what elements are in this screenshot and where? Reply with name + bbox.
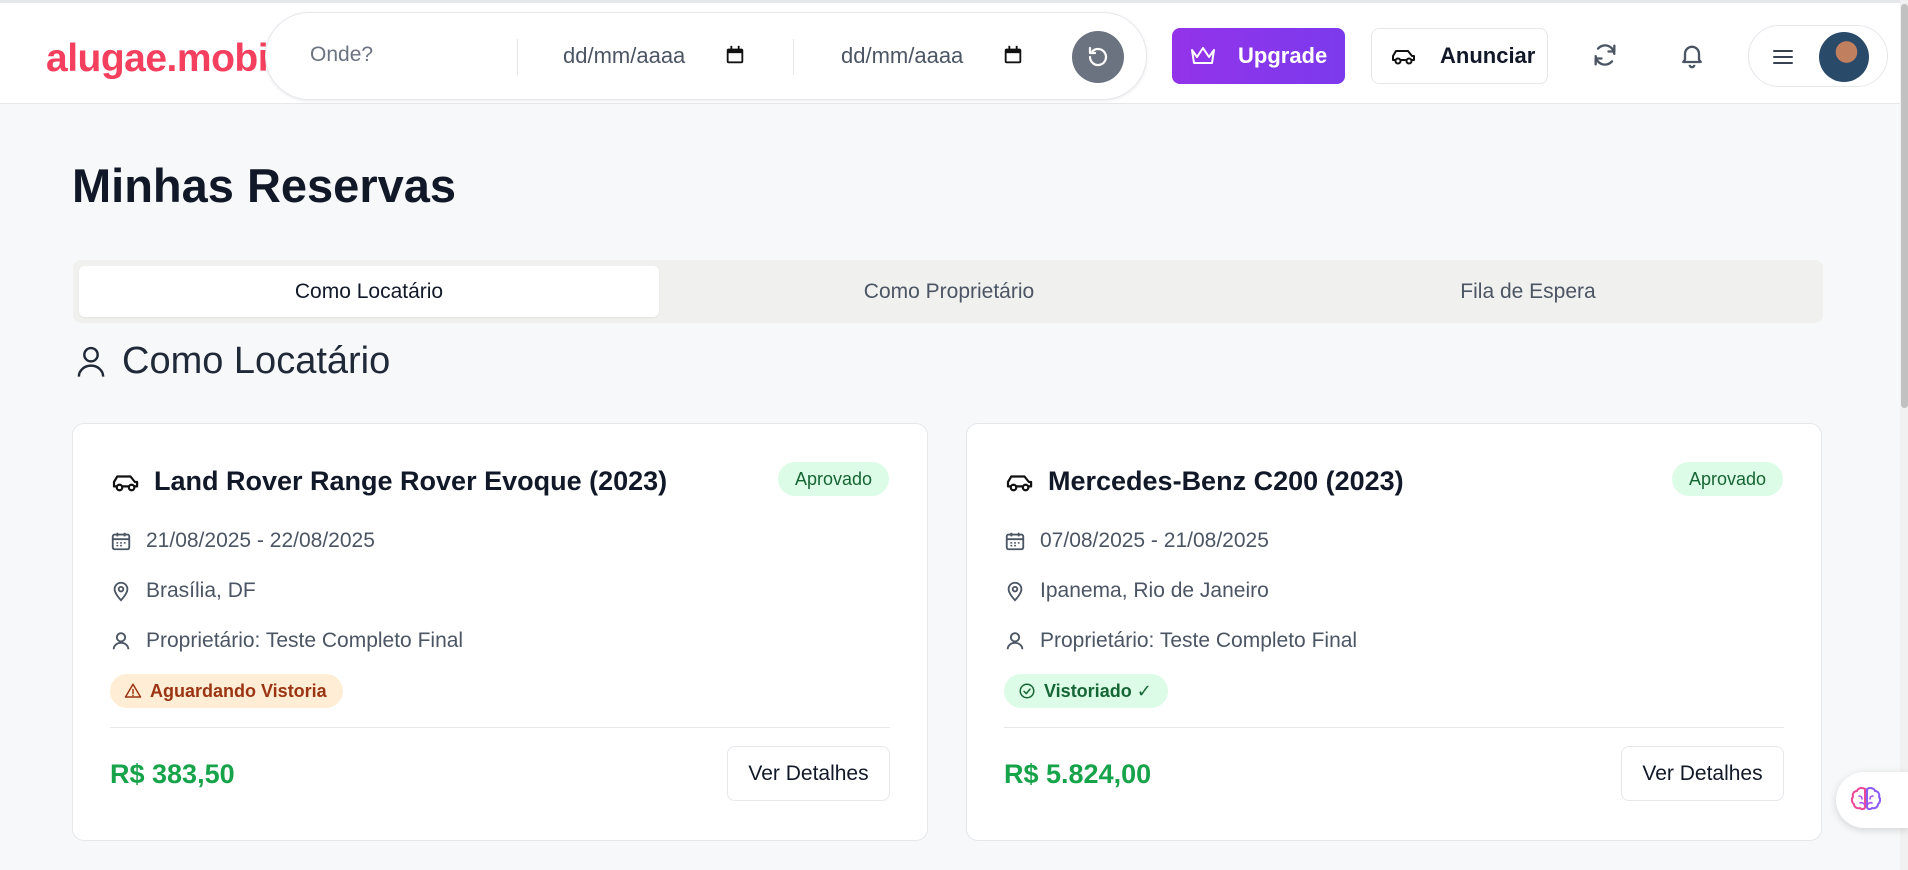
reset-icon: [1088, 46, 1108, 67]
tab-fila-de-espera[interactable]: Fila de Espera: [1238, 266, 1818, 317]
refresh-icon[interactable]: [1591, 41, 1619, 69]
user-menu-button[interactable]: [1748, 25, 1888, 87]
user-icon: [112, 632, 130, 650]
tab-como-locatario[interactable]: Como Locatário: [79, 266, 659, 317]
brain-icon: [1850, 786, 1882, 811]
user-icon: [1006, 632, 1024, 650]
inspection-text: Aguardando Vistoria: [150, 680, 327, 701]
reservation-dates: 21/08/2025 - 22/08/2025: [110, 529, 375, 553]
reservation-location: Brasília, DF: [110, 579, 256, 603]
reservation-card: Mercedes-Benz C200 (2023) Aprovado 07/08…: [966, 423, 1822, 841]
section-heading: Como Locatário: [76, 340, 390, 383]
dates-text: 07/08/2025 - 21/08/2025: [1040, 529, 1269, 552]
page-title: Minhas Reservas: [72, 159, 457, 212]
calendar-icon[interactable]: [724, 44, 746, 66]
reservation-owner: Proprietário: Teste Completo Final: [1004, 629, 1357, 653]
dates-text: 21/08/2025 - 22/08/2025: [146, 529, 375, 552]
calendar-icon[interactable]: [1002, 44, 1024, 66]
start-date-input[interactable]: dd/mm/aaaa: [563, 43, 685, 69]
announce-label: Anunciar: [1440, 43, 1536, 68]
search-bar: Onde? dd/mm/aaaa dd/mm/aaaa: [265, 12, 1147, 100]
owner-text: Proprietário: Teste Completo Final: [146, 629, 464, 652]
top-navigation-bar: alugae.mobi Onde? dd/mm/aaaa dd/mm/aaaa …: [0, 0, 1908, 104]
inspection-badge: Vistoriado ✓: [1004, 674, 1168, 708]
calendar-icon: [1005, 532, 1025, 551]
car-icon: [1006, 474, 1033, 491]
inspection-text: Vistoriado ✓: [1044, 680, 1152, 701]
view-details-button[interactable]: Ver Detalhes: [1621, 746, 1784, 801]
reservation-dates: 07/08/2025 - 21/08/2025: [1004, 529, 1269, 553]
card-divider: [110, 727, 890, 728]
map-pin-icon: [113, 581, 129, 602]
warning-icon: [124, 683, 142, 698]
reservation-location: Ipanema, Rio de Janeiro: [1004, 579, 1269, 603]
user-icon: [77, 346, 105, 377]
check-circle-icon: [1019, 683, 1035, 699]
reset-search-button[interactable]: [1072, 31, 1124, 83]
vehicle-title: Mercedes-Benz C200 (2023): [1004, 466, 1404, 497]
map-pin-icon: [1007, 581, 1023, 602]
vehicle-name: Land Rover Range Rover Evoque (2023): [154, 466, 668, 496]
status-badge: Aprovado: [777, 462, 889, 496]
location-text: Brasília, DF: [146, 579, 256, 602]
calendar-icon: [111, 532, 131, 551]
upgrade-label: Upgrade: [1238, 43, 1328, 68]
tab-como-proprietario[interactable]: Como Proprietário: [659, 266, 1239, 317]
price: R$ 5.824,00: [1004, 759, 1152, 789]
car-icon: [112, 474, 139, 491]
bell-icon[interactable]: [1678, 41, 1706, 69]
ai-assistant-button[interactable]: [1836, 772, 1908, 828]
hamburger-menu-icon: [1773, 50, 1793, 64]
reservation-owner: Proprietário: Teste Completo Final: [110, 629, 463, 653]
section-title: Como Locatário: [122, 340, 391, 382]
end-date-input[interactable]: dd/mm/aaaa: [841, 43, 963, 69]
crown-icon: [1191, 47, 1215, 64]
card-divider: [1004, 727, 1784, 728]
avatar: [1819, 32, 1869, 82]
view-details-button[interactable]: Ver Detalhes: [727, 746, 890, 801]
vehicle-title: Land Rover Range Rover Evoque (2023): [110, 466, 667, 497]
inspection-badge: Aguardando Vistoria: [110, 674, 343, 708]
reservation-card: Land Rover Range Rover Evoque (2023) Apr…: [72, 423, 928, 841]
brand-logo[interactable]: alugae.mobi: [46, 37, 269, 81]
car-icon: [1392, 50, 1415, 65]
owner-text: Proprietário: Teste Completo Final: [1040, 629, 1358, 652]
page-scrollbar-thumb[interactable]: [1901, 4, 1908, 408]
status-badge: Aprovado: [1671, 462, 1783, 496]
vehicle-name: Mercedes-Benz C200 (2023): [1048, 466, 1404, 496]
price: R$ 383,50: [110, 759, 235, 789]
location-text: Ipanema, Rio de Janeiro: [1040, 579, 1269, 602]
announce-button[interactable]: Anunciar: [1371, 28, 1548, 84]
reservation-tabs: Como Locatário Como Proprietário Fila de…: [73, 260, 1823, 323]
upgrade-button[interactable]: Upgrade: [1172, 28, 1345, 84]
location-search-input[interactable]: Onde?: [310, 43, 373, 67]
search-divider: [517, 39, 518, 75]
search-divider: [793, 39, 794, 75]
